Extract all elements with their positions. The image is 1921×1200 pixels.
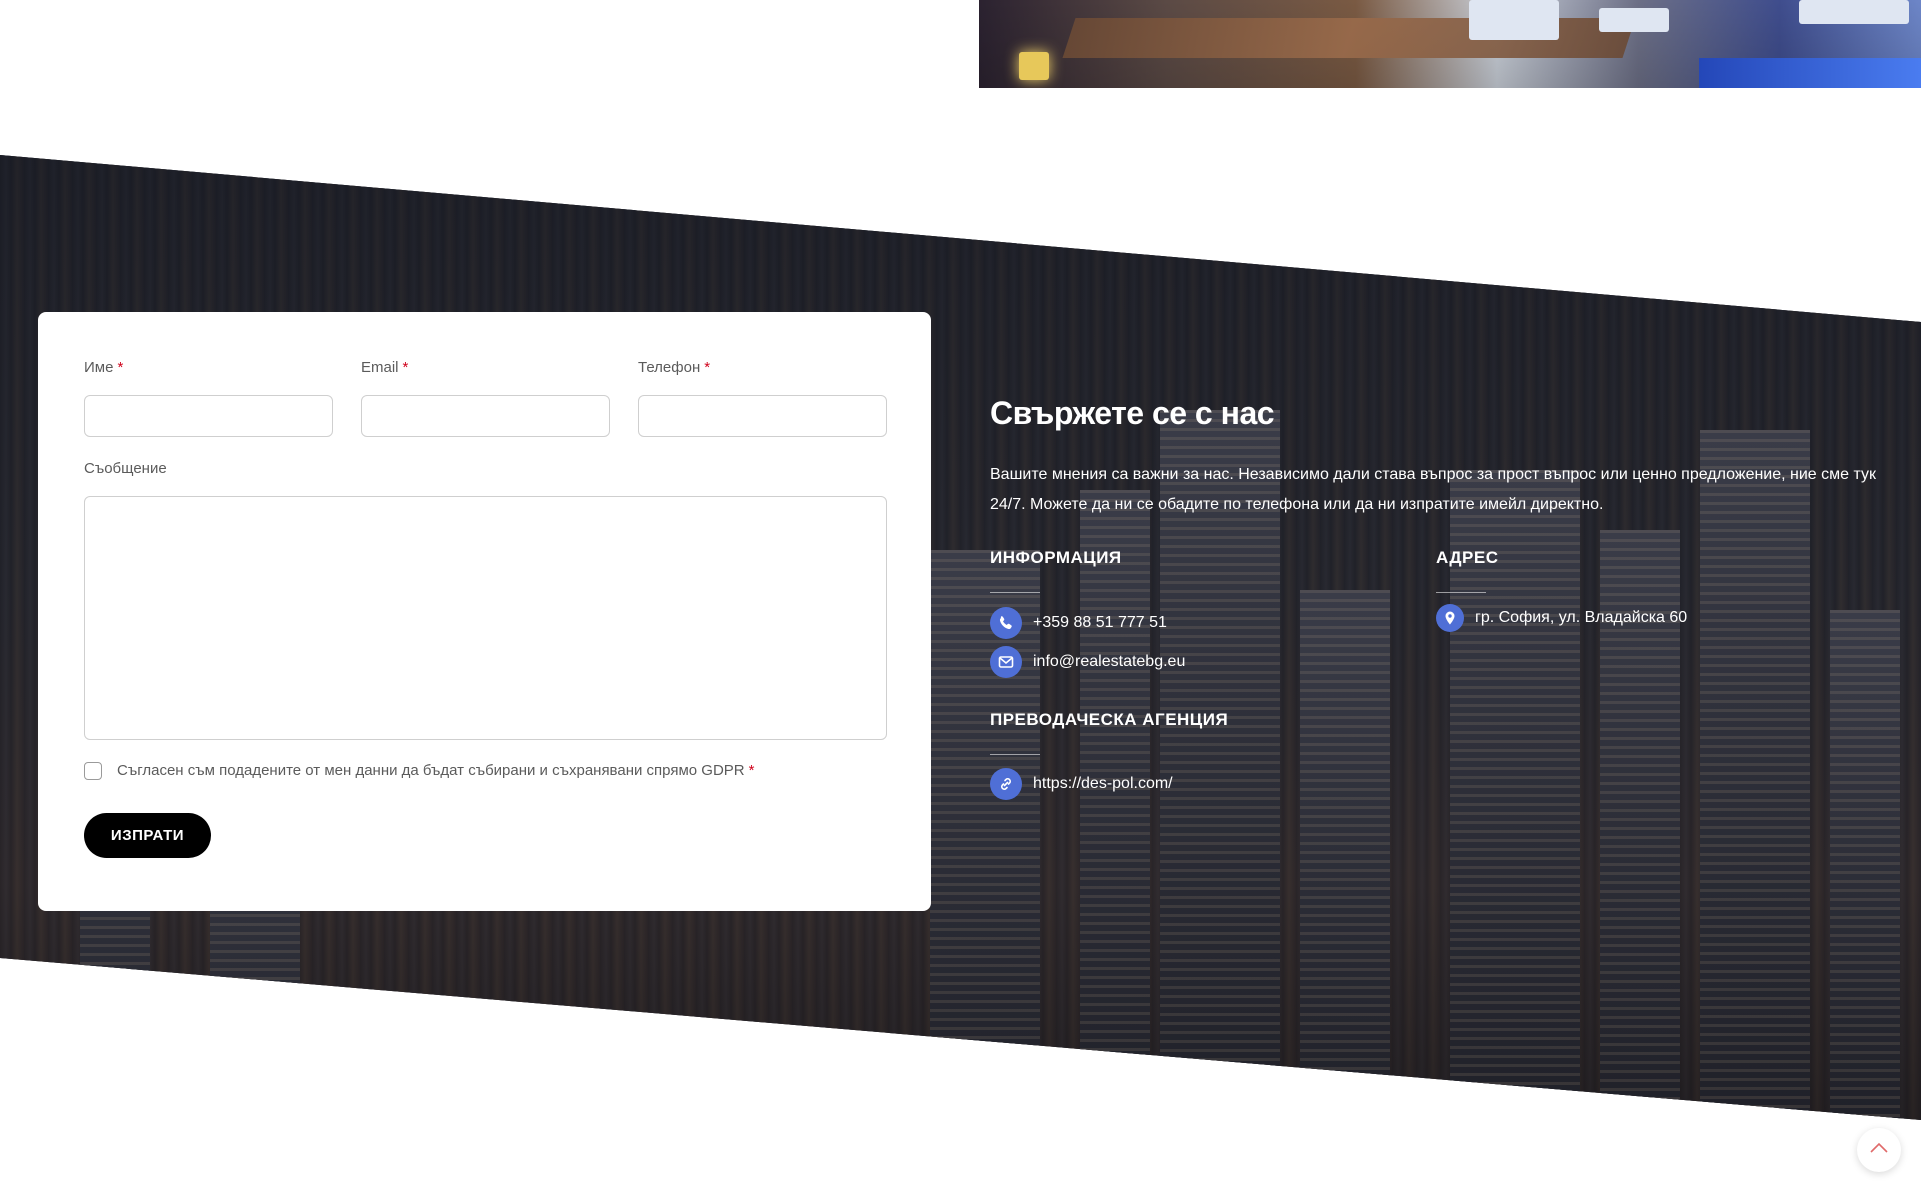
agency-title: ПРЕВОДАЧЕСКА АГЕНЦИЯ (990, 710, 1229, 729)
required-mark: * (704, 359, 711, 376)
name-input[interactable] (84, 395, 333, 437)
back-to-top-button[interactable] (1857, 1128, 1901, 1172)
address-title: АДРЕС (1436, 548, 1499, 567)
email-label: Email * (361, 359, 408, 376)
phone-icon (990, 607, 1022, 639)
chevron-up-icon (1869, 1141, 1889, 1159)
info-title-underline (990, 592, 1040, 593)
address-text: гр. София, ул. Владайска 60 (1475, 609, 1688, 626)
name-label: Име * (84, 359, 123, 376)
map-pin-icon (1436, 604, 1464, 632)
required-mark: * (117, 359, 124, 376)
email-label-text: Email (361, 359, 399, 376)
message-label: Съобщение (84, 460, 167, 477)
gdpr-consent-checkbox[interactable] (84, 762, 102, 780)
gdpr-consent-label: Съгласен съм подадените от мен данни да … (117, 762, 754, 779)
hero-image (979, 0, 1921, 88)
phone-label: Телефон * (638, 359, 710, 376)
message-textarea[interactable] (84, 496, 887, 740)
agency-title-underline (990, 754, 1040, 755)
contact-heading-text: Свържете се с нас (990, 395, 1275, 431)
email-input[interactable] (361, 395, 610, 437)
agency-row[interactable]: https://des-pol.com/ (990, 768, 1173, 800)
envelope-icon (990, 646, 1022, 678)
contact-intro: Вашите мнения са важни за нас. Независим… (990, 466, 1876, 513)
agency-link[interactable]: https://des-pol.com/ (1033, 775, 1173, 793)
phone-input[interactable] (638, 395, 887, 437)
address-title-underline (1436, 592, 1486, 593)
phone-label-text: Телефон (638, 359, 701, 376)
info-title: ИНФОРМАЦИЯ (990, 548, 1122, 567)
address-row: гр. София, ул. Владайска 60 (1436, 604, 1687, 632)
email-link[interactable]: info@realestatebg.eu (1033, 653, 1185, 671)
name-label-text: Име (84, 359, 114, 376)
phone-link[interactable]: +359 88 51 777 51 (1033, 614, 1167, 632)
submit-button[interactable]: ИЗПРАТИ (84, 813, 211, 858)
gdpr-consent-text: Съгласен съм подадените от мен данни да … (117, 762, 745, 779)
link-icon (990, 768, 1022, 800)
required-mark: * (402, 359, 409, 376)
required-mark: * (748, 762, 755, 779)
email-row[interactable]: info@realestatebg.eu (990, 646, 1185, 678)
phone-row[interactable]: +359 88 51 777 51 (990, 607, 1167, 639)
contact-heading: Свържете се с нас (990, 395, 1275, 432)
contact-form: Име * Email * Телефон * Съобщение Съгласен … (38, 312, 931, 911)
